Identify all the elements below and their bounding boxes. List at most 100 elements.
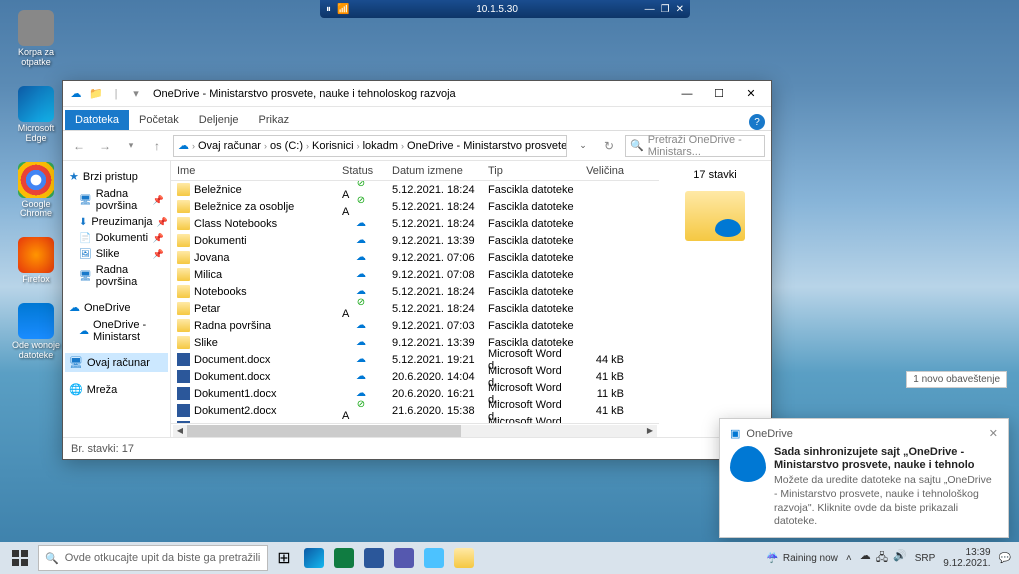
taskbar-excel[interactable] [330, 544, 358, 572]
breadcrumb-segment[interactable]: os (C:) [270, 140, 303, 152]
nav-onedrive-item[interactable]: ☁OneDrive - Ministarst [65, 317, 168, 345]
docx-icon [177, 353, 190, 366]
nav-item[interactable]: 🖼Slike📌 [65, 246, 168, 262]
file-row[interactable]: Notebooks ☁ 5.12.2021. 18:24 Fascikla da… [171, 283, 659, 300]
file-row[interactable]: Dokumenti ☁ 9.12.2021. 13:39 Fascikla da… [171, 232, 659, 249]
titlebar[interactable]: ☁ 📁 | ▾ OneDrive - Ministarstvo prosvete… [63, 81, 771, 107]
desktop-icon[interactable]: Firefox [8, 237, 64, 285]
file-row[interactable]: Dokument2.docx ⊘ A 21.6.2020. 15:38 Micr… [171, 402, 659, 419]
horizontal-scrollbar[interactable]: ◀ ▶ [171, 423, 659, 437]
action-center-button[interactable]: 💬 [999, 553, 1011, 564]
restore-icon[interactable]: ❐ [661, 4, 670, 15]
taskbar-word[interactable] [360, 544, 388, 572]
file-row[interactable]: Milica ☁ 9.12.2021. 07:08 Fascikla datot… [171, 266, 659, 283]
folder-icon: 📁 [87, 85, 105, 103]
scroll-right-icon[interactable]: ▶ [643, 425, 657, 437]
folder-icon [177, 285, 190, 298]
nav-item[interactable]: 🖥Radna površina📌 [65, 186, 168, 214]
window-title: OneDrive - Ministarstvo prosvete, nauke … [153, 88, 671, 100]
col-date[interactable]: Datum izmene [386, 165, 482, 177]
close-icon[interactable]: ✕ [676, 4, 684, 15]
remote-session-bar[interactable]: ⏸📶 10.1.5.30 —❐✕ [320, 0, 690, 18]
taskbar-app1[interactable] [420, 544, 448, 572]
scroll-thumb[interactable] [187, 425, 461, 437]
breadcrumb-segment[interactable]: Korisnici [312, 140, 354, 152]
col-name[interactable]: Ime [171, 165, 336, 177]
file-status: ☁ [336, 286, 386, 297]
file-row[interactable]: Radna površina ☁ 9.12.2021. 07:03 Fascik… [171, 317, 659, 334]
qat-dropdown-icon[interactable]: ▾ [127, 85, 145, 103]
language-indicator[interactable]: SRP [915, 553, 936, 564]
nav-item[interactable]: 📄Dokumenti📌 [65, 230, 168, 246]
search-input[interactable]: 🔍 Pretraži OneDrive - Ministars... [625, 135, 765, 157]
file-row[interactable]: Slike ☁ 9.12.2021. 13:39 Fascikla datote… [171, 334, 659, 351]
volume-tray-icon[interactable]: 🔊 [893, 549, 907, 568]
refresh-button[interactable]: ↻ [599, 136, 619, 156]
col-status[interactable]: Status [336, 165, 386, 177]
task-view-button[interactable]: ⊞ [270, 544, 298, 572]
col-size[interactable]: Veličina [580, 165, 630, 177]
taskbar-explorer[interactable] [450, 544, 478, 572]
breadcrumb[interactable]: ☁ › Ovaj računar›os (C:)›Korisnici›lokad… [173, 135, 567, 157]
breadcrumb-segment[interactable]: OneDrive - Ministarstvo prosvete, nauke … [407, 140, 567, 152]
desktop-icon[interactable]: Google Chrome [8, 162, 64, 220]
file-size: 11 kB [580, 388, 630, 400]
taskbar-teams[interactable] [390, 544, 418, 572]
taskbar-search[interactable]: 🔍 Ovde otkucajte upit da biste ga pretra… [38, 545, 268, 571]
file-name: Jovana [194, 252, 229, 264]
file-type: Fascikla datoteke [482, 286, 580, 298]
breadcrumb-dropdown[interactable]: ⌄ [573, 136, 593, 156]
desktop-icon[interactable]: Ode wonoje datoteke [8, 303, 64, 361]
ribbon-tab[interactable]: Prikaz [249, 110, 300, 130]
close-button[interactable]: ✕ [735, 83, 767, 105]
notification-toast[interactable]: ▣ OneDrive ✕ Sada sinhronizujete sajt „O… [719, 418, 1009, 538]
minimize-button[interactable]: — [671, 83, 703, 105]
file-row[interactable]: Dokument.docx ☁ 20.6.2020. 14:04 Microso… [171, 368, 659, 385]
excel-icon [334, 548, 354, 568]
breadcrumb-segment[interactable]: lokadm [363, 140, 398, 152]
nav-item-icon: 🖼 [79, 249, 92, 260]
taskbar-edge[interactable] [300, 544, 328, 572]
nav-item[interactable]: 🖥Radna površina [65, 262, 168, 290]
pin-icon[interactable]: ⏸ [326, 4, 331, 15]
clock[interactable]: 13:39 9.12.2021. [943, 547, 990, 569]
maximize-button[interactable]: ☐ [703, 83, 735, 105]
network-tray-icon[interactable]: 🖧 [876, 549, 888, 568]
file-row[interactable]: Beležnice ⊘ A 5.12.2021. 18:24 Fascikla … [171, 181, 659, 198]
nav-network[interactable]: 🌐Mreža [65, 380, 168, 399]
recent-dropdown[interactable]: ▾ [121, 136, 141, 156]
ribbon-tab[interactable]: Deljenje [189, 110, 249, 130]
notification-badge[interactable]: 1 novo obaveštenje [906, 371, 1007, 388]
nav-item[interactable]: ⬇Preuzimanja📌 [65, 214, 168, 230]
breadcrumb-segment[interactable]: Ovaj računar [198, 140, 261, 152]
weather-widget[interactable]: ☔Raining now [766, 553, 838, 564]
file-date: 20.6.2020. 14:04 [386, 371, 482, 383]
nav-onedrive[interactable]: ☁OneDrive [65, 298, 168, 317]
desktop-icon[interactable]: Korpa za otpatke [8, 10, 64, 68]
onedrive-tray-icon[interactable]: ☁ [860, 549, 871, 568]
scroll-left-icon[interactable]: ◀ [173, 425, 187, 437]
tray-overflow-icon[interactable]: ˄ [846, 553, 852, 564]
close-icon[interactable]: ✕ [989, 427, 998, 440]
status-available-icon: ⊘ [342, 297, 380, 308]
ribbon-tab[interactable]: Početak [129, 110, 189, 130]
minimize-icon[interactable]: — [645, 4, 655, 15]
nav-quick-access[interactable]: ★Brzi pristup [65, 167, 168, 186]
file-row[interactable]: Jovana ☁ 9.12.2021. 07:06 Fascikla datot… [171, 249, 659, 266]
file-row[interactable]: Document.docx ☁ 5.12.2021. 19:21 Microso… [171, 351, 659, 368]
back-button[interactable]: ← [69, 136, 89, 156]
file-row[interactable]: Dokument1.docx ☁ 20.6.2020. 16:21 Micros… [171, 385, 659, 402]
desktop-icon[interactable]: Microsoft Edge [8, 86, 64, 144]
col-type[interactable]: Tip [482, 165, 580, 177]
ribbon-tab[interactable]: Datoteka [65, 110, 129, 130]
forward-button[interactable]: → [95, 136, 115, 156]
up-button[interactable]: ↑ [147, 136, 167, 156]
start-button[interactable] [4, 544, 36, 572]
help-button[interactable]: ? [749, 114, 765, 130]
file-row[interactable]: Beležnice za osoblje ⊘ A 5.12.2021. 18:2… [171, 198, 659, 215]
file-row[interactable]: Petar ⊘ A 5.12.2021. 18:24 Fascikla dato… [171, 300, 659, 317]
edge-icon [18, 86, 54, 122]
file-row[interactable]: Class Notebooks ☁ 5.12.2021. 18:24 Fasci… [171, 215, 659, 232]
nav-this-pc[interactable]: 🖥Ovaj računar [65, 353, 168, 372]
file-status: ⊘ A [336, 399, 386, 422]
